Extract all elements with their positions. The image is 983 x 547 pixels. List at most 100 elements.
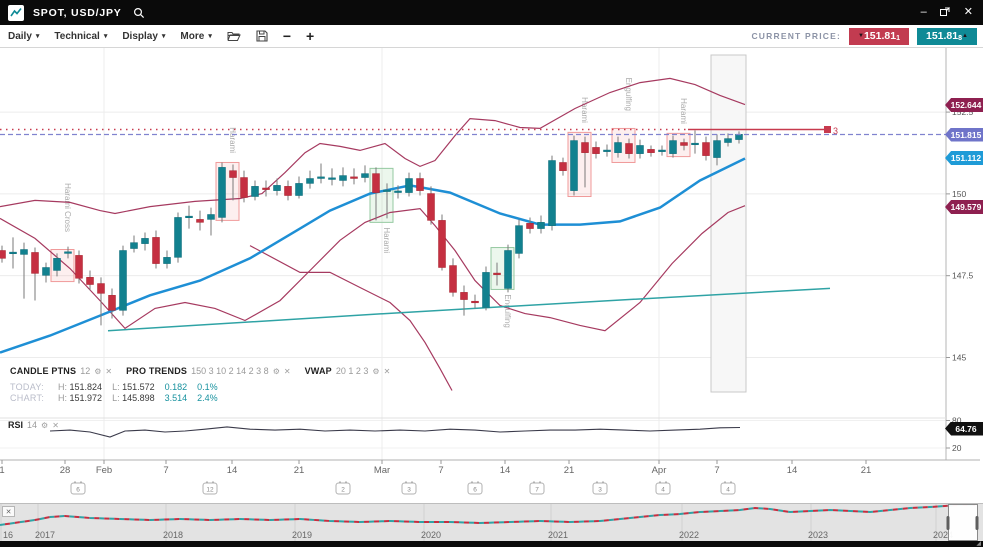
candle[interactable] (406, 173, 413, 197)
more-menu[interactable]: More▾ (180, 31, 211, 42)
navigator-right-handle[interactable] (976, 516, 979, 530)
candle[interactable] (76, 250, 83, 283)
year-label: 2021 (548, 530, 568, 540)
legend-vwap[interactable]: VWAP20 1 2 3 ⚙ ✕ (305, 366, 391, 376)
year-label: 2018 (163, 530, 183, 540)
calendar-marker[interactable]: 6 (468, 482, 482, 495)
candle[interactable] (505, 245, 512, 293)
candle[interactable] (131, 235, 138, 252)
close-icon[interactable]: ✕ (105, 367, 112, 376)
candle[interactable] (571, 136, 578, 196)
candle[interactable] (450, 258, 457, 296)
candle[interactable] (703, 137, 710, 161)
candle[interactable] (692, 130, 699, 153)
candle[interactable] (648, 145, 655, 156)
candle[interactable] (516, 219, 523, 258)
display-menu[interactable]: Display▾ (122, 31, 165, 42)
calendar-marker[interactable]: 4 (721, 482, 735, 495)
candle[interactable] (604, 144, 611, 156)
date-label: 21 (294, 465, 305, 476)
navigator-close-button[interactable]: ✕ (2, 506, 15, 517)
restore-button[interactable] (940, 6, 951, 19)
candle[interactable] (175, 213, 182, 263)
close-icon[interactable]: ✕ (384, 367, 391, 376)
candle[interactable] (21, 243, 28, 299)
candle[interactable] (274, 179, 281, 196)
candle[interactable] (307, 171, 314, 189)
candle[interactable] (340, 167, 347, 186)
gear-icon[interactable]: ⚙ (273, 367, 280, 376)
navigator-selection[interactable] (949, 505, 978, 541)
candle[interactable] (296, 177, 303, 199)
gear-icon[interactable]: ⚙ (372, 367, 379, 376)
candle[interactable] (98, 277, 105, 325)
gear-icon[interactable]: ⚙ (94, 367, 101, 376)
pattern-boxes: Harami CrossHaramiHaramiEngulfingHaramiE… (51, 78, 690, 328)
ask-price-badge[interactable]: 151.818 ▲ (917, 28, 977, 45)
pattern-label: Engulfing (624, 78, 633, 111)
candle[interactable] (186, 206, 193, 229)
close-icon[interactable]: ✕ (52, 421, 59, 430)
candle[interactable] (32, 248, 39, 301)
calendar-marker[interactable]: 3 (593, 482, 607, 495)
candle[interactable] (362, 165, 369, 182)
candle[interactable] (197, 211, 204, 231)
candle[interactable] (318, 163, 325, 183)
date-label: 7 (438, 465, 443, 476)
svg-text:3: 3 (598, 487, 602, 494)
candle[interactable] (439, 215, 446, 271)
candle[interactable] (153, 231, 160, 269)
close-button[interactable]: ✕ (964, 7, 973, 18)
candle[interactable] (252, 180, 259, 200)
candle[interactable] (120, 246, 127, 316)
calendar-marker[interactable]: 3 (402, 482, 416, 495)
candle[interactable] (219, 162, 226, 222)
calendar-marker[interactable]: 2 (336, 482, 350, 495)
legend-pro-trends[interactable]: PRO TRENDS150 3 10 2 14 2 3 8 ⚙ ✕ (126, 366, 290, 376)
search-icon[interactable] (133, 7, 145, 19)
candle[interactable] (593, 142, 600, 159)
open-folder-icon[interactable] (227, 30, 241, 42)
candle[interactable] (109, 288, 116, 318)
candle[interactable] (285, 180, 292, 200)
candle[interactable] (428, 186, 435, 224)
calendar-marker[interactable]: 7 (530, 482, 544, 495)
technical-menu[interactable]: Technical▾ (54, 31, 107, 42)
candle[interactable] (560, 158, 567, 176)
candle[interactable] (164, 250, 171, 268)
zoom-in-button[interactable]: + (306, 28, 314, 44)
candle[interactable] (472, 295, 479, 309)
gear-icon[interactable]: ⚙ (41, 421, 48, 430)
candle[interactable] (43, 263, 50, 283)
candle[interactable] (659, 145, 666, 155)
candle[interactable] (329, 168, 336, 185)
candle[interactable] (10, 237, 17, 268)
legend-candle-ptns[interactable]: CANDLE PTNS12 ⚙ ✕ (10, 366, 112, 376)
candle[interactable] (637, 140, 644, 159)
timeframe-menu[interactable]: Daily▾ (8, 31, 39, 42)
candle[interactable] (483, 267, 490, 311)
range-navigator[interactable]: 1620172018201920202021202220232024 ✕ (0, 503, 983, 541)
rsi-legend[interactable]: RSI14 ⚙ ✕ (8, 420, 59, 430)
calendar-marker[interactable]: 6 (71, 482, 85, 495)
candle[interactable] (461, 286, 468, 316)
minimize-button[interactable]: – (921, 7, 927, 18)
price-line-marker[interactable] (824, 126, 831, 133)
candle[interactable] (549, 156, 556, 231)
calendar-marker[interactable]: 4 (656, 482, 670, 495)
candle[interactable] (241, 171, 248, 203)
candle[interactable] (142, 232, 149, 250)
save-icon[interactable] (256, 30, 268, 42)
candle[interactable] (0, 246, 6, 263)
resize-grip-icon[interactable]: ◢ (976, 541, 981, 547)
candle[interactable] (538, 215, 545, 233)
zoom-out-button[interactable]: − (283, 28, 291, 44)
candle[interactable] (208, 208, 215, 236)
main-chart[interactable]: Harami CrossHaramiHaramiEngulfingHaramiE… (0, 48, 983, 503)
navigator-left-handle[interactable] (947, 516, 950, 530)
bid-price-badge[interactable]: ▼ 151.811 (849, 28, 909, 45)
candle[interactable] (351, 168, 358, 184)
calendar-marker[interactable]: 12 (203, 482, 217, 495)
candle[interactable] (417, 173, 424, 196)
close-icon[interactable]: ✕ (284, 367, 291, 376)
